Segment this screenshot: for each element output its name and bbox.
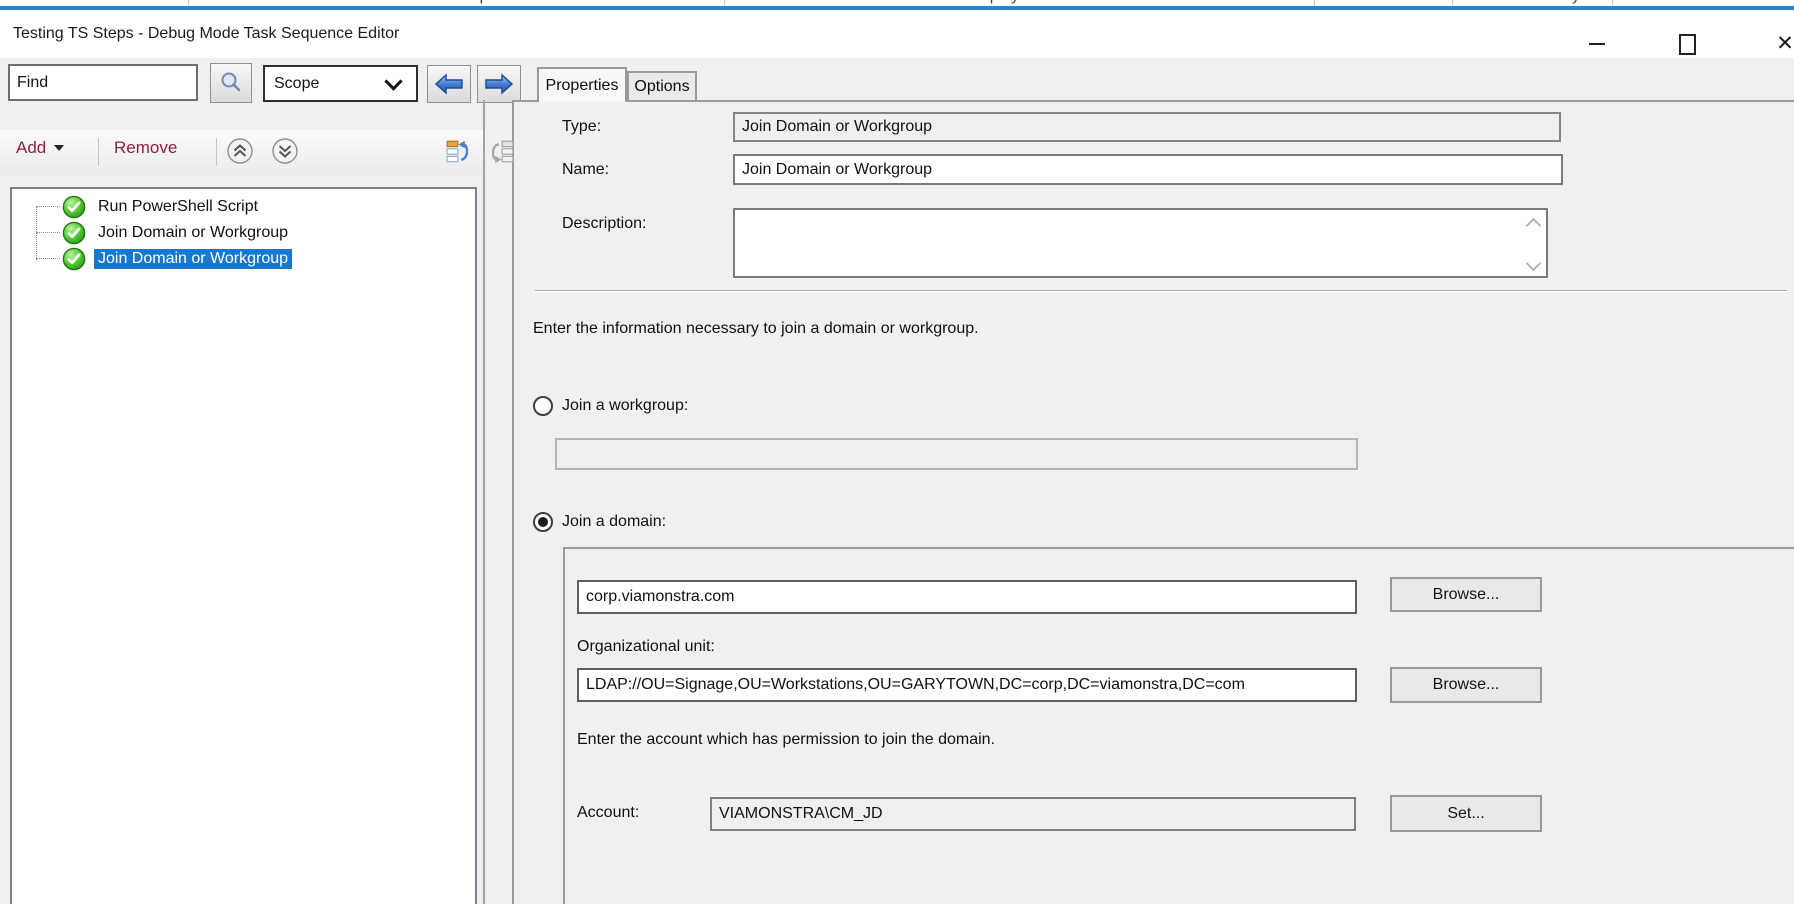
join-domain-radio[interactable] <box>533 512 553 532</box>
task-sequence-editor-window: Search Task Sequence Deployment Move Cla… <box>0 0 1794 904</box>
arrow-left-icon <box>434 73 464 95</box>
dropdown-caret-icon <box>54 145 64 151</box>
tab-properties[interactable]: Properties <box>537 67 627 102</box>
domain-input[interactable] <box>577 580 1357 614</box>
domain-browse-label: Browse... <box>1433 586 1500 604</box>
add-step-label: Add <box>16 138 46 158</box>
workgroup-input <box>555 438 1358 470</box>
collapse-all-button[interactable] <box>226 137 254 170</box>
section-divider <box>535 291 1787 292</box>
tab-properties-label: Properties <box>546 77 619 95</box>
join-workgroup-radio[interactable] <box>533 396 553 416</box>
panel-splitter[interactable] <box>483 100 485 904</box>
step-toolbar: Add Remove <box>0 130 484 175</box>
ribbon-group-label: Search <box>233 0 284 5</box>
set-account-button[interactable]: Set... <box>1390 795 1542 832</box>
reorder-steps-icon <box>446 138 474 166</box>
account-field: VIAMONSTRA\CM_JD <box>710 797 1356 831</box>
chevron-double-down-icon <box>271 137 299 165</box>
tab-options[interactable]: Options <box>627 71 697 100</box>
title-bar: Testing TS Steps - Debug Mode Task Seque… <box>0 10 1794 58</box>
remove-step-button[interactable]: Remove <box>114 138 177 158</box>
arrow-right-icon <box>484 73 514 95</box>
search-icon <box>219 71 243 95</box>
tree-item-label: Join Domain or Workgroup <box>94 223 292 243</box>
success-check-icon <box>62 247 86 271</box>
move-step-button[interactable] <box>446 138 474 171</box>
chevron-double-up-icon <box>226 137 254 165</box>
close-icon: ✕ <box>1776 29 1794 59</box>
tree-item-selected[interactable]: Join Domain or Workgroup <box>12 246 525 272</box>
toolbar-separator <box>98 138 99 166</box>
close-button[interactable]: ✕ <box>1768 29 1794 59</box>
instruction-text: Enter the information necessary to join … <box>533 320 979 338</box>
reorder-steps-disabled-icon <box>486 138 514 166</box>
find-previous-button[interactable] <box>427 65 471 103</box>
type-label: Type: <box>562 118 601 136</box>
description-textarea[interactable] <box>733 208 1548 278</box>
add-step-button[interactable]: Add <box>16 138 64 158</box>
tree-item[interactable]: Join Domain or Workgroup <box>12 220 525 246</box>
type-field: Join Domain or Workgroup <box>733 112 1561 142</box>
name-input[interactable] <box>733 154 1563 185</box>
set-account-label: Set... <box>1447 805 1484 823</box>
success-check-icon <box>62 195 86 219</box>
description-label: Description: <box>562 215 646 233</box>
tree-item-label: Join Domain or Workgroup <box>94 249 292 269</box>
chevron-down-icon <box>384 72 402 90</box>
success-check-icon <box>62 221 86 245</box>
type-value: Join Domain or Workgroup <box>742 118 932 136</box>
ou-browse-label: Browse... <box>1433 676 1500 694</box>
find-input[interactable] <box>8 64 198 101</box>
minimize-button[interactable] <box>1580 29 1614 59</box>
search-button[interactable] <box>210 63 252 103</box>
move-step-disabled-button <box>486 138 514 171</box>
scope-dropdown-value: Scope <box>265 75 387 93</box>
find-next-button[interactable] <box>477 65 521 103</box>
tree-item[interactable]: Run PowerShell Script <box>12 194 525 220</box>
name-label: Name: <box>562 161 609 179</box>
join-domain-label[interactable]: Join a domain: <box>562 513 666 531</box>
ribbon-group-label: Deployment <box>969 0 1054 5</box>
toolbar-separator <box>216 138 217 166</box>
domain-browse-button[interactable]: Browse... <box>1390 577 1542 612</box>
join-workgroup-label[interactable]: Join a workgroup: <box>562 397 688 415</box>
ribbon-group-label: Task Sequence <box>417 0 526 5</box>
tree-item-label: Run PowerShell Script <box>94 197 262 217</box>
minimize-icon <box>1589 43 1605 45</box>
expand-all-button[interactable] <box>271 137 299 170</box>
ribbon-group-label: Classify <box>1524 0 1580 5</box>
organizational-unit-input[interactable] <box>577 668 1357 702</box>
maximize-icon <box>1679 34 1696 55</box>
account-value: VIAMONSTRA\CM_JD <box>719 805 883 823</box>
maximize-button[interactable] <box>1670 29 1704 59</box>
remove-step-label: Remove <box>114 138 177 157</box>
task-sequence-tree: Run PowerShell Script Join Domain or Wor… <box>10 187 477 904</box>
organizational-unit-label: Organizational unit: <box>577 638 715 656</box>
ou-browse-button[interactable]: Browse... <box>1390 667 1542 703</box>
account-label: Account: <box>577 804 639 822</box>
ribbon-group-label: Move <box>1362 0 1401 5</box>
window-title: Testing TS Steps - Debug Mode Task Seque… <box>13 10 399 58</box>
tab-options-label: Options <box>634 78 689 96</box>
account-instruction-text: Enter the account which has permission t… <box>577 731 995 749</box>
scope-dropdown[interactable]: Scope <box>263 65 418 102</box>
